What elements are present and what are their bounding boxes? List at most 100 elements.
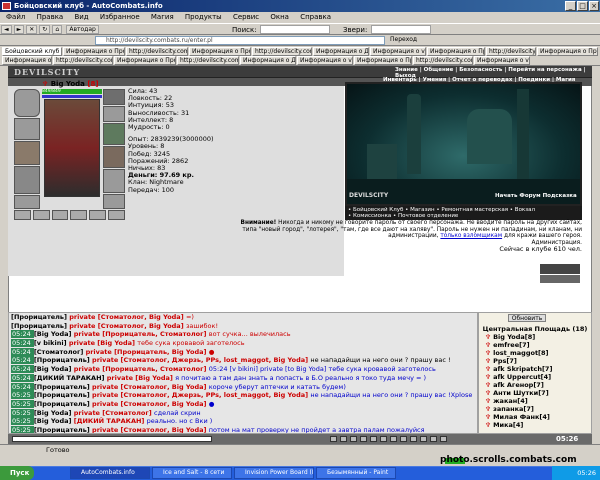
tab[interactable]: Информация о v bikini	[297, 56, 353, 65]
chat-private-recipients[interactable]: private [Прорицатель, Big Yoda]	[86, 348, 209, 356]
chat-private-recipients[interactable]: private [Стоматолог, Big Yoda]	[92, 400, 209, 408]
online-person[interactable]: ♆ afk Агенор[7]	[479, 381, 591, 389]
armor-slot[interactable]	[14, 166, 40, 194]
chat-tool-button[interactable]	[350, 436, 357, 442]
chat-nick[interactable]: [Big Yoda]	[34, 330, 74, 338]
online-person-name[interactable]: afk Агенор[7]	[493, 381, 544, 389]
taskbar-item[interactable]: Безымянный - Paint	[316, 467, 396, 479]
chat-private-recipients[interactable]: private [Стоматолог, Big Yoda]	[69, 322, 186, 330]
menu-item-magic[interactable]: Магия	[151, 13, 174, 21]
location-picture[interactable]	[345, 82, 582, 206]
chat-private-recipients[interactable]: private [Big Yoda]	[69, 339, 137, 347]
notice-link[interactable]: только взломщикам	[440, 233, 502, 239]
menu-item-products[interactable]: Продукты	[185, 13, 222, 21]
tab[interactable]: Информация о v bikini	[474, 56, 530, 65]
tab[interactable]: Информация о Дед Писто	[313, 47, 369, 56]
tab[interactable]: http://devilscity.combats.ru/...	[413, 56, 473, 65]
chat-nick[interactable]: [Big Yoda]	[34, 409, 74, 417]
start-button[interactable]: Пуск	[0, 466, 34, 480]
chat-private-recipients[interactable]: private [Стоматолог, Big Yoda]	[92, 383, 209, 391]
online-person[interactable]: ♆ emfree[7]	[479, 341, 591, 349]
chat-tool-button[interactable]	[360, 436, 367, 442]
online-person-name[interactable]: lost_maggot[8]	[493, 349, 548, 357]
online-person[interactable]: ♆ Big Yoda[8]	[479, 333, 591, 341]
tab[interactable]: Информация о Прорицатель	[114, 56, 176, 65]
autodar-button[interactable]: Автодар	[66, 25, 99, 34]
chat-tool-button[interactable]	[340, 436, 347, 442]
chat-nick[interactable]: [Прорицатель]	[34, 400, 92, 408]
nav-link[interactable]: Общение	[424, 67, 454, 73]
tab[interactable]: Информация о Прорицатель	[427, 47, 485, 56]
chat-private-recipients[interactable]: private [Прорицатель, Стоматолог]	[74, 365, 209, 373]
chat-nick[interactable]: [Стоматолог]	[34, 348, 86, 356]
location-link[interactable]: Вокзал	[515, 207, 535, 213]
tab[interactable]: http://devilscity.combats.ru/...	[177, 56, 239, 65]
online-person[interactable]: ♆ afk Uppercut[4]	[479, 373, 591, 381]
location-link[interactable]: Почтовое отделение	[398, 213, 458, 219]
tab[interactable]: Информация о v bikini	[370, 47, 426, 56]
menu-item-help[interactable]: Справка	[300, 13, 331, 21]
chat-private-recipients[interactable]: private [Стоматолог, Big Yoda]	[69, 313, 186, 321]
chat-nick[interactable]: [Прорицатель]	[34, 391, 92, 399]
hint-link[interactable]: Подсказка	[543, 193, 577, 199]
tab[interactable]: Информация о Прорицатель	[189, 47, 251, 56]
chat-tool-button[interactable]	[440, 436, 447, 442]
online-person-name[interactable]: Big Yoda[8]	[493, 333, 535, 341]
chat-tool-button[interactable]	[390, 436, 397, 442]
search2-input[interactable]	[370, 25, 431, 34]
menu-item-edit[interactable]: Правка	[37, 13, 64, 21]
tab[interactable]: Информация о Дед Писто	[240, 56, 296, 65]
online-person-name[interactable]: запанка[7]	[493, 405, 534, 413]
shield-slot[interactable]	[103, 123, 125, 145]
chat-nick[interactable]: [Прорицатель]	[34, 426, 92, 433]
chat-nick[interactable]: [Прорицатель]	[11, 322, 69, 330]
nav-link[interactable]: Перейти на персонажа	[508, 67, 581, 73]
chat-nick[interactable]: [Big Yoda]	[34, 365, 74, 373]
tab[interactable]: Информация о Прорицатель	[354, 56, 412, 65]
helmet-slot[interactable]	[14, 89, 40, 117]
chat-log[interactable]: [Прорицатель] private [Стоматолог, Big Y…	[8, 312, 478, 434]
offhand-slot[interactable]	[103, 146, 125, 168]
legs-slot[interactable]	[103, 169, 125, 193]
tab[interactable]: Информация о Freki	[2, 56, 52, 65]
chat-nick[interactable]: [ДИКИЙ ТАРАКАН]	[34, 374, 107, 382]
start-link[interactable]: Начать	[495, 193, 517, 199]
gloves-slot[interactable]	[103, 106, 125, 122]
chat-input[interactable]	[12, 436, 212, 442]
chat-private-recipients[interactable]: private [Стоматолог, Джерзь, PPs, lost_m…	[92, 391, 310, 399]
tab[interactable]: Бойцовский клуб	[2, 47, 62, 56]
online-person[interactable]: ♆ запанка[7]	[479, 405, 591, 413]
online-person[interactable]: ♆ lost_maggot[8]	[479, 349, 591, 357]
chat-nick[interactable]: [Прорицатель]	[11, 313, 69, 321]
go-button[interactable]: Переход	[390, 36, 417, 43]
home-button[interactable]: ⌂	[52, 25, 63, 34]
spell-slot[interactable]	[108, 210, 125, 220]
chat-private-recipients[interactable]: private [Стоматолог, Big Yoda]	[92, 426, 209, 433]
close-button[interactable]: ×	[589, 1, 599, 11]
online-person-name[interactable]: afk Uppercut[4]	[493, 373, 551, 381]
taskbar-item[interactable]: AutoCombats.info	[70, 467, 150, 479]
spell-slot[interactable]	[70, 210, 88, 220]
forum-link[interactable]: Форум	[519, 193, 540, 199]
chat-tool-button[interactable]	[420, 436, 427, 442]
chat-tool-button[interactable]	[330, 436, 337, 442]
online-person-name[interactable]: Pps[7]	[493, 357, 517, 365]
online-person[interactable]: ♆ жакан[4]	[479, 397, 591, 405]
tab[interactable]: http://devilscity.combats.ru/...	[252, 47, 312, 56]
chat-private-recipients[interactable]: private [Big Yoda]	[107, 374, 175, 382]
chat-tool-button[interactable]	[380, 436, 387, 442]
chat-tool-button[interactable]	[400, 436, 407, 442]
location-link[interactable]: Комиссионка	[353, 213, 391, 219]
tab[interactable]: http://devilscity.combats.ru/...	[486, 47, 536, 56]
spell-slot[interactable]	[32, 210, 50, 220]
chat-private-recipients[interactable]: [ДИКИЙ ТАРАКАН]	[74, 417, 147, 425]
spell-slot[interactable]	[51, 210, 69, 220]
online-person-name[interactable]: жакан[4]	[493, 397, 528, 405]
online-person-name[interactable]: Мика[4]	[493, 421, 523, 429]
tab[interactable]: http://devilscity.combats.ru/...	[126, 47, 188, 56]
forward-button[interactable]: ►	[13, 25, 25, 34]
online-person-name[interactable]: Милая Фанк[4]	[493, 413, 550, 421]
tab[interactable]: Информация о Прорицатель	[63, 47, 125, 56]
ring-slot[interactable]	[103, 89, 125, 105]
menu-item-view[interactable]: Вид	[74, 13, 88, 21]
